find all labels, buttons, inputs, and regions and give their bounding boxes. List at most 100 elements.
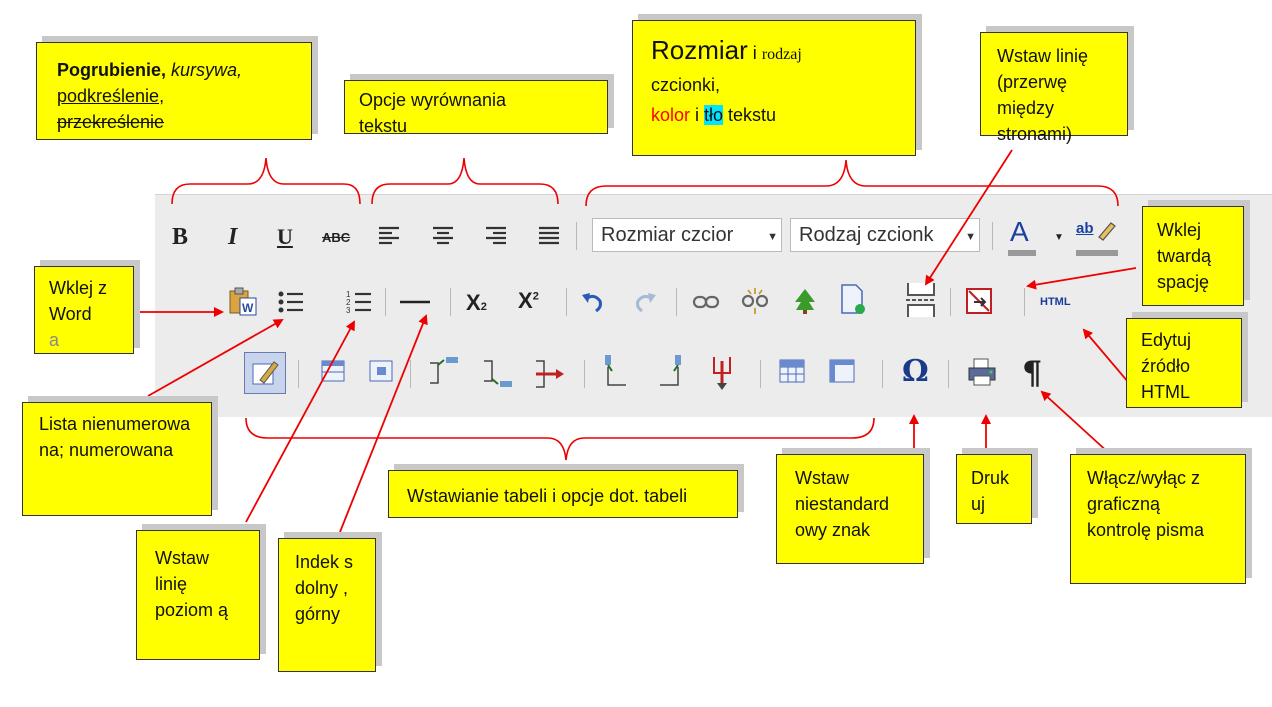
font-family-select[interactable]: Rodzaj czcionk ▼ — [790, 218, 980, 252]
note-index: Indek s dolny , górny — [278, 538, 376, 672]
table-edit-icon[interactable] — [244, 352, 286, 394]
chevron-down-icon: ▼ — [767, 231, 778, 243]
insert-column-before-icon[interactable] — [596, 352, 636, 392]
show-blocks-button[interactable]: ¶ — [1022, 354, 1042, 392]
note-word-text: Wklej z Word — [49, 278, 107, 324]
toolbar-separator — [950, 288, 951, 316]
chevron-down-icon[interactable]: ▼ — [1054, 232, 1064, 243]
note-spellcheck: Włącz/wyłąc z graficzną kontrolę pisma — [1070, 454, 1246, 584]
note-nbsp-text: Wklej twardą spację — [1157, 220, 1212, 292]
note-spell-text: Włącz/wyłąc z graficzną kontrolę pisma — [1087, 468, 1205, 540]
note-horizontal-line: Wstaw linię poziom ą — [136, 530, 260, 660]
italic-button[interactable]: I — [228, 224, 237, 251]
special-char-button[interactable]: Ω — [902, 354, 929, 389]
horizontal-rule-icon[interactable] — [396, 286, 434, 318]
font-family-select-value: Rodzaj czcionk — [799, 223, 934, 246]
link-icon[interactable] — [690, 286, 722, 318]
note-print: Druk uj — [956, 454, 1032, 524]
align-center-icon[interactable] — [430, 222, 456, 250]
note-font-small: rodzaj — [761, 46, 802, 63]
subscript-label: X — [466, 290, 481, 315]
note-table: Wstawianie tabeli i opcje dot. tabeli — [388, 470, 738, 518]
toolbar-separator — [566, 288, 567, 316]
toolbar-separator — [948, 360, 949, 388]
insert-column-after-icon[interactable] — [650, 352, 690, 392]
merge-cells-icon[interactable] — [826, 356, 858, 386]
font-size-select[interactable]: Rozmiar czcior ▼ — [592, 218, 782, 252]
superscript-button[interactable]: X2 — [518, 288, 539, 314]
image-icon[interactable] — [788, 284, 822, 318]
bold-button[interactable]: B — [172, 224, 188, 251]
note-font-color: kolor — [651, 105, 691, 125]
toolbar-separator — [298, 360, 299, 388]
note-special-char: Wstaw niestandard owy znak — [776, 454, 924, 564]
delete-column-icon[interactable] — [704, 352, 740, 392]
highlight-color-swatch — [1076, 250, 1118, 256]
chevron-down-icon: ▼ — [965, 231, 976, 243]
toolbar-separator — [1024, 288, 1025, 316]
toolbar-separator — [450, 288, 451, 316]
note-font: Rozmiar i rodzaj czcionki, kolor i tło t… — [632, 20, 916, 156]
html-source-button[interactable]: HTML — [1040, 296, 1071, 308]
note-underline-text: podkreślenie, — [57, 86, 165, 106]
toolbar-separator — [992, 222, 993, 250]
note-lists-text: Lista nienumerowa na; numerowana — [39, 414, 191, 460]
highlight-button[interactable]: ab — [1076, 220, 1094, 237]
numbered-list-icon[interactable]: 123 — [344, 286, 374, 318]
toolbar-separator — [385, 288, 386, 316]
font-color-swatch — [1008, 250, 1036, 256]
document-icon[interactable] — [836, 282, 870, 318]
bulleted-list-icon[interactable] — [276, 286, 306, 318]
insert-table-icon[interactable] — [776, 356, 808, 386]
note-html-source: Edytuj źródło HTML — [1126, 318, 1242, 408]
note-font-big: Rozmiar — [651, 35, 748, 65]
note-html-text: Edytuj źródło HTML — [1141, 330, 1192, 402]
align-right-icon[interactable] — [483, 222, 509, 250]
subscript-small: 2 — [480, 301, 487, 313]
toolbar-separator — [760, 360, 761, 388]
note-word-extra: a — [49, 330, 60, 350]
insert-row-before-icon[interactable] — [424, 352, 464, 388]
cell-properties-icon[interactable] — [366, 356, 396, 386]
page-break-icon[interactable] — [902, 280, 940, 320]
align-justify-icon[interactable] — [536, 222, 562, 250]
toolbar-separator — [584, 360, 585, 388]
note-special-text: Wstaw niestandard owy znak — [795, 468, 890, 540]
note-nbsp: Wklej twardą spację — [1142, 206, 1244, 306]
paste-word-icon[interactable]: W — [226, 286, 260, 318]
note-italic-text: kursywa, — [171, 60, 243, 80]
unlink-icon[interactable] — [738, 284, 772, 318]
note-page-break: Wstaw linię (przerwę między stronami) — [980, 32, 1128, 144]
note-strike-text: przekreślenie — [57, 112, 165, 132]
note-formatting: Pogrubienie, kursywa, podkreślenie, prze… — [36, 42, 312, 140]
print-icon[interactable] — [964, 354, 1000, 390]
align-left-icon[interactable] — [376, 222, 402, 250]
underline-button[interactable]: U — [277, 224, 293, 250]
note-font-bg: tło — [704, 105, 724, 125]
note-font-line2: czcionki, — [651, 75, 721, 95]
font-color-button[interactable]: A — [1010, 216, 1029, 248]
insert-row-after-icon[interactable] — [478, 356, 518, 392]
note-align-line2: tekstu — [359, 116, 408, 136]
note-table-text: Wstawianie tabeli i opcje dot. tabeli — [407, 486, 688, 506]
delete-row-icon[interactable] — [530, 356, 570, 392]
svg-text:W: W — [242, 301, 254, 315]
svg-text:3: 3 — [346, 306, 351, 315]
pencil-icon — [1094, 218, 1120, 242]
note-index-text: Indek s dolny , górny — [295, 552, 354, 624]
superscript-label: X — [518, 288, 533, 313]
font-size-select-value: Rozmiar czcior — [601, 223, 734, 246]
note-alignment: Opcje wyrównania tekstu — [344, 80, 608, 136]
subscript-button[interactable]: X2 — [466, 290, 487, 316]
note-bold-text: Pogrubienie, — [57, 60, 167, 80]
redo-icon[interactable] — [630, 286, 660, 318]
strikethrough-button[interactable]: ABC — [322, 230, 350, 245]
note-font-rest: tekstu — [723, 105, 777, 125]
toolbar-separator — [410, 360, 411, 388]
note-hr-text: Wstaw linię poziom ą — [155, 548, 229, 620]
undo-icon[interactable] — [578, 286, 608, 318]
table-properties-icon[interactable] — [318, 356, 348, 386]
note-font-i2: i — [690, 105, 705, 125]
paste-nbsp-icon[interactable] — [962, 284, 996, 318]
note-lists: Lista nienumerowa na; numerowana — [22, 402, 212, 516]
